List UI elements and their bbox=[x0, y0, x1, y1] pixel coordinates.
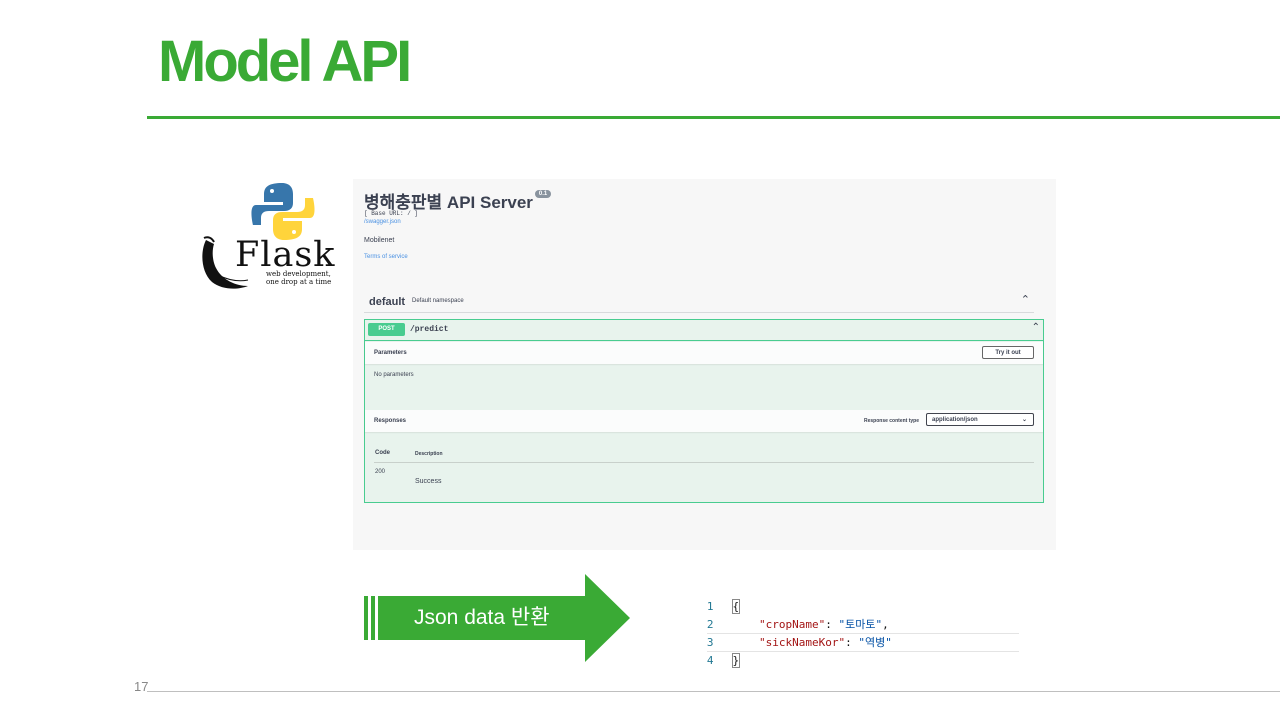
code-line: 4} bbox=[706, 653, 741, 668]
title-divider bbox=[147, 116, 1280, 119]
namespace-name: default bbox=[369, 296, 406, 308]
version-badge: 0.1 bbox=[534, 190, 552, 198]
operation-summary[interactable]: POST /predict ⌃ bbox=[365, 320, 1043, 341]
operation-block: POST /predict ⌃ Parameters Try it out No… bbox=[364, 319, 1044, 503]
flask-wordmark: Flask bbox=[235, 235, 336, 275]
json-output-viewer: 1{ 2 "cropName": "토마토", 3 "sickNameKor":… bbox=[670, 579, 1020, 668]
slide-title: Model API bbox=[158, 29, 412, 94]
description-column-header: Description bbox=[415, 451, 443, 457]
responses-label: Responses bbox=[374, 418, 407, 424]
try-it-out-button[interactable]: Try it out bbox=[982, 346, 1034, 359]
table-divider bbox=[374, 462, 1034, 463]
api-description: Mobilenet bbox=[364, 237, 395, 244]
parameters-header: Parameters Try it out bbox=[365, 342, 1043, 364]
code-line: 1{ bbox=[706, 599, 741, 614]
operation-path: /predict bbox=[410, 325, 449, 334]
chevron-down-icon: ⌄ bbox=[1021, 417, 1027, 423]
swagger-json-link[interactable]: /swagger.json bbox=[364, 219, 401, 225]
response-description: Success bbox=[415, 478, 442, 485]
no-parameters-text: No parameters bbox=[374, 372, 414, 378]
chevron-up-icon[interactable]: ⌃ bbox=[1032, 322, 1040, 333]
terms-of-service-link[interactable]: Terms of service bbox=[364, 254, 408, 260]
namespace-description: Default namespace bbox=[412, 298, 464, 304]
http-method-badge: POST bbox=[368, 323, 405, 336]
code-column-header: Code bbox=[375, 450, 390, 456]
content-type-label: Response content type bbox=[863, 418, 919, 424]
flask-tagline: web development, one drop at a time bbox=[266, 270, 332, 286]
base-url: [ Base URL: / ] bbox=[364, 210, 419, 217]
content-type-select[interactable]: application/json ⌄ bbox=[926, 413, 1034, 426]
response-code: 200 bbox=[375, 469, 386, 475]
parameters-label: Parameters bbox=[374, 350, 407, 356]
code-line: 2 "cropName": "토마토", bbox=[706, 618, 889, 631]
chevron-up-icon[interactable]: ⌃ bbox=[1021, 293, 1030, 306]
namespace-header[interactable]: default Default namespace ⌃ bbox=[364, 290, 1034, 313]
responses-header: Responses Response content type applicat… bbox=[365, 410, 1043, 432]
swagger-ui-panel: 병해충판별 API Server 0.1 [ Base URL: / ] /swa… bbox=[353, 179, 1056, 550]
arrow-label: Json data 반환 bbox=[414, 606, 550, 629]
footer-divider bbox=[147, 691, 1280, 692]
code-line: 3 "sickNameKor": "역병" bbox=[706, 636, 892, 649]
